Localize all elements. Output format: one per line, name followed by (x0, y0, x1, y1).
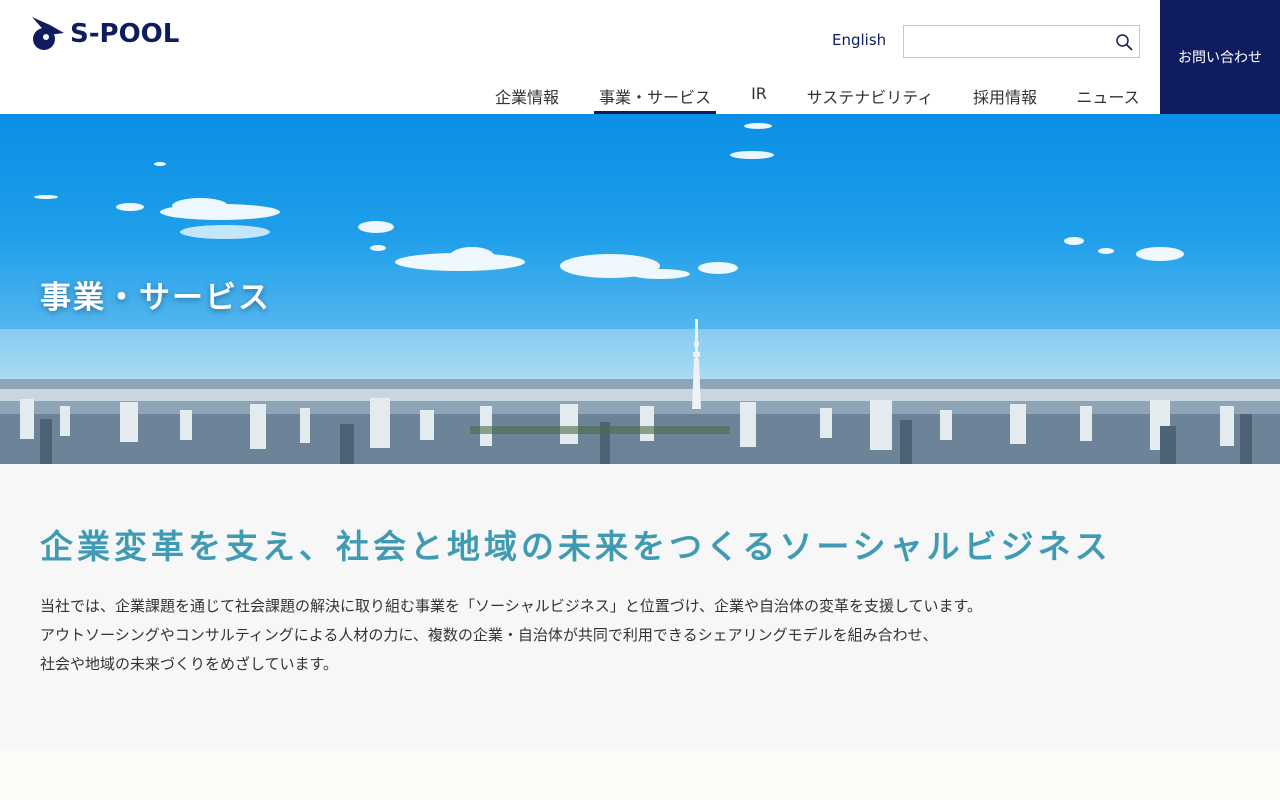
intro-line: アウトソーシングやコンサルティングによる人材の力に、複数の企業・自治体が共同で利… (40, 626, 938, 644)
intro-line: 社会や地域の未来づくりをめざしています。 (40, 655, 339, 673)
nav-item-ir[interactable]: IR (750, 84, 768, 114)
intro-section: 企業変革を支え、社会と地域の未来をつくるソーシャルビジネス 当社では、企業課題を… (0, 464, 1280, 751)
contact-button[interactable]: お問い合わせ (1160, 0, 1280, 114)
logo-text: S-POOL (70, 19, 180, 49)
logo-mark-icon (32, 17, 64, 50)
nav-item-sustainability[interactable]: サステナビリティ (806, 84, 934, 114)
global-nav: 企業情報 事業・サービス IR サステナビリティ 採用情報 ニュース (0, 84, 1160, 114)
hero-banner: 事業・サービス (0, 114, 1280, 464)
english-link[interactable]: English (832, 31, 886, 49)
nav-item-recruit[interactable]: 採用情報 (972, 84, 1038, 114)
site-header: S-POOL English 企業情報 事業・サービス IR サステナビリティ … (0, 0, 1280, 114)
nav-item-news[interactable]: ニュース (1076, 84, 1140, 114)
intro-heading: 企業変革を支え、社会と地域の未来をつくるソーシャルビジネス (40, 527, 1112, 566)
search-box (903, 25, 1140, 58)
nav-item-company[interactable]: 企業情報 (494, 84, 560, 114)
nav-item-business[interactable]: 事業・サービス (594, 84, 716, 114)
page-title: 事業・サービス (40, 280, 271, 316)
intro-body: 当社では、企業課題を通じて社会課題の解決に取り組む事業を「ソーシャルビジネス」と… (40, 592, 1140, 679)
intro-line: 当社では、企業課題を通じて社会課題の解決に取り組む事業を「ソーシャルビジネス」と… (40, 597, 983, 615)
search-input[interactable] (904, 26, 1104, 57)
search-icon[interactable] (1115, 33, 1133, 51)
logo-link[interactable]: S-POOL (30, 14, 179, 54)
